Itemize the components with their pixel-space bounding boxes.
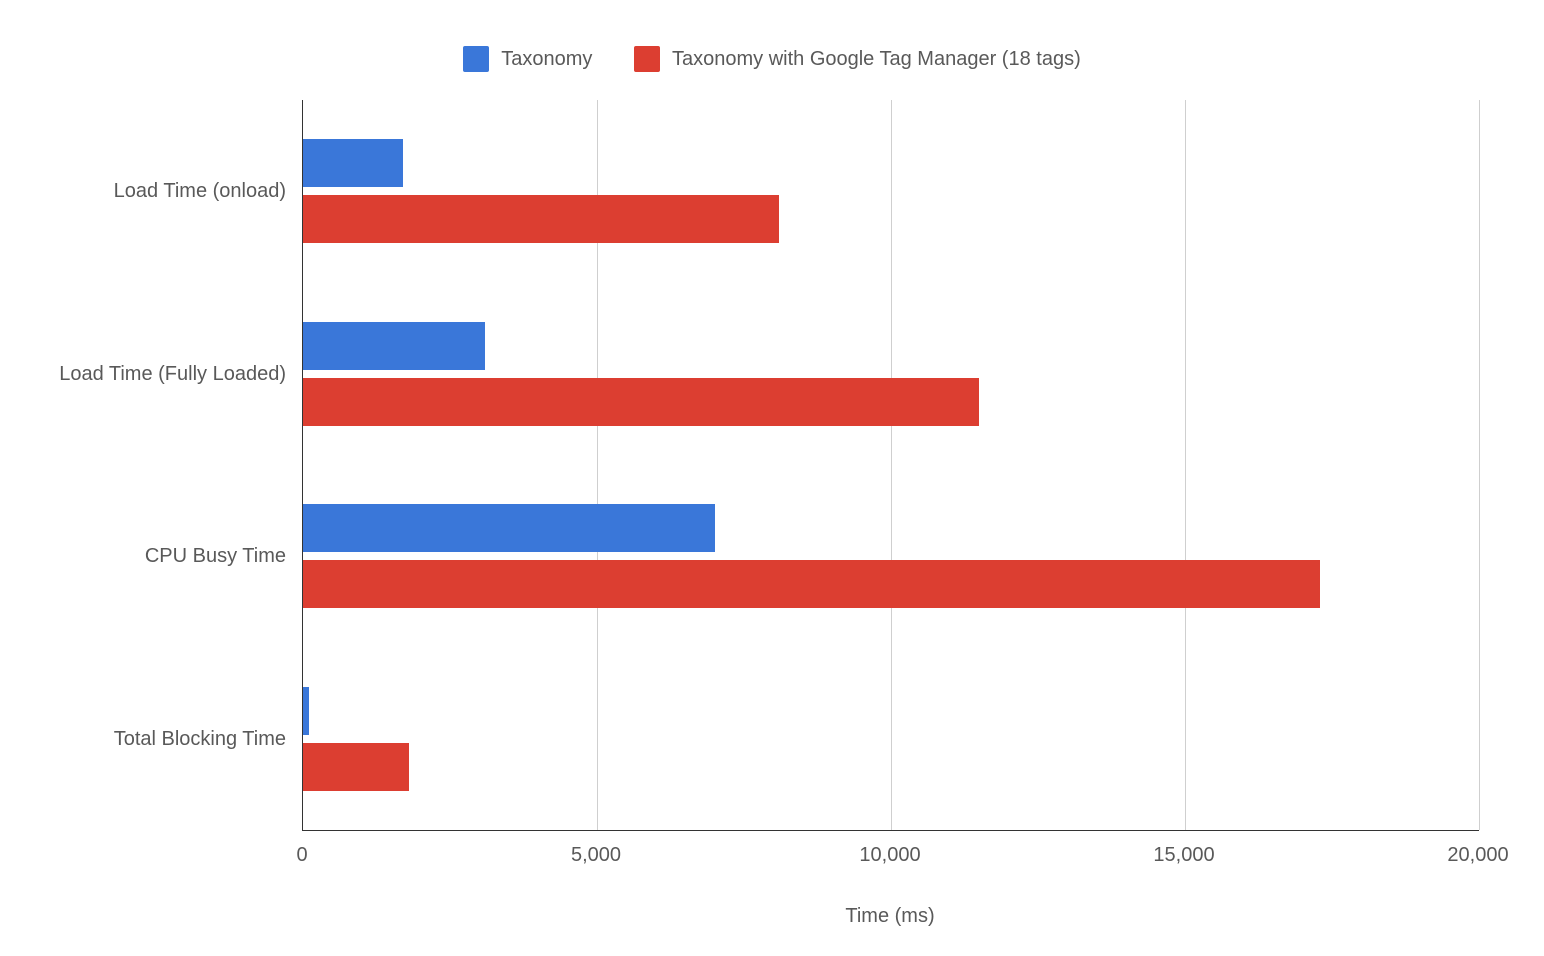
bar bbox=[303, 139, 403, 187]
x-tick-label: 15,000 bbox=[1134, 844, 1234, 867]
bar bbox=[303, 687, 309, 735]
x-tick-label: 20,000 bbox=[1428, 844, 1528, 867]
legend-swatch-red bbox=[634, 46, 660, 72]
x-axis-title: Time (ms) bbox=[302, 905, 1478, 928]
gridline bbox=[891, 100, 892, 830]
bar bbox=[303, 560, 1320, 608]
legend-label: Taxonomy bbox=[501, 48, 592, 71]
legend-swatch-blue bbox=[463, 46, 489, 72]
gridline bbox=[1479, 100, 1480, 830]
y-category-label: Total Blocking Time bbox=[6, 727, 286, 751]
bar bbox=[303, 378, 979, 426]
legend-item-taxonomy-gtm: Taxonomy with Google Tag Manager (18 tag… bbox=[634, 46, 1081, 72]
bar bbox=[303, 743, 409, 791]
bar bbox=[303, 504, 715, 552]
legend-label: Taxonomy with Google Tag Manager (18 tag… bbox=[672, 48, 1081, 71]
bar bbox=[303, 322, 485, 370]
legend-item-taxonomy: Taxonomy bbox=[463, 46, 592, 72]
y-category-label: Load Time (onload) bbox=[6, 179, 286, 203]
x-tick-label: 0 bbox=[252, 844, 352, 867]
bar-chart: Taxonomy Taxonomy with Google Tag Manage… bbox=[0, 0, 1544, 956]
y-category-label: CPU Busy Time bbox=[6, 544, 286, 568]
bar bbox=[303, 195, 779, 243]
plot-area bbox=[302, 100, 1479, 831]
x-tick-label: 5,000 bbox=[546, 844, 646, 867]
legend: Taxonomy Taxonomy with Google Tag Manage… bbox=[0, 46, 1544, 78]
gridline bbox=[1185, 100, 1186, 830]
y-category-label: Load Time (Fully Loaded) bbox=[6, 362, 286, 386]
x-tick-label: 10,000 bbox=[840, 844, 940, 867]
